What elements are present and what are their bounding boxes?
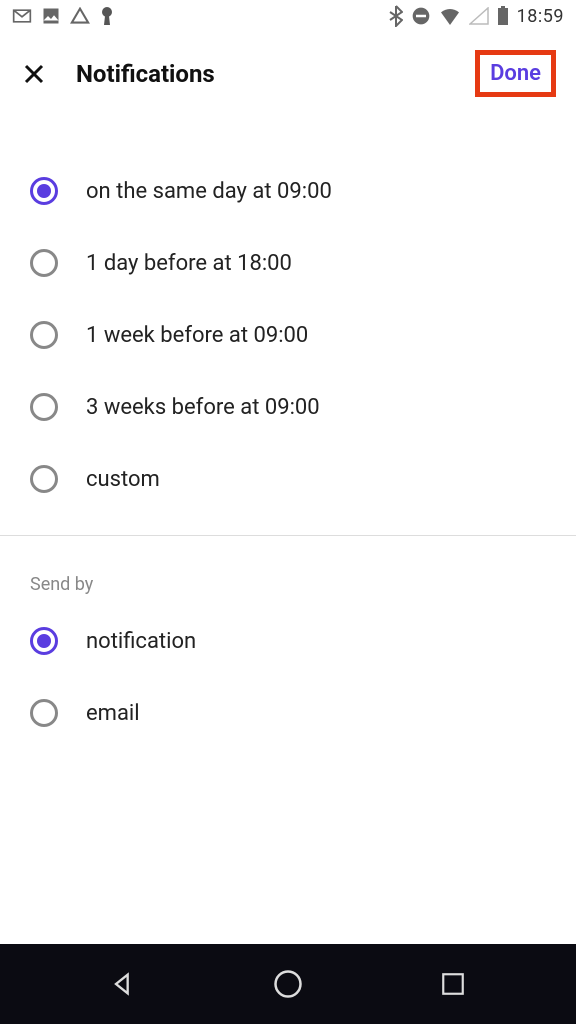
navigation-bar bbox=[0, 944, 576, 1024]
wifi-icon bbox=[439, 7, 461, 25]
timing-option-1-day[interactable]: 1 day before at 18:00 bbox=[0, 227, 576, 299]
cellular-icon bbox=[469, 7, 489, 25]
radio-icon bbox=[30, 465, 58, 493]
timing-option-custom[interactable]: custom bbox=[0, 443, 576, 515]
radio-label: custom bbox=[86, 467, 160, 492]
radio-icon bbox=[30, 627, 58, 655]
keyhole-icon bbox=[100, 6, 114, 26]
radio-label: notification bbox=[86, 629, 196, 654]
close-button[interactable] bbox=[20, 60, 48, 88]
radio-icon bbox=[30, 177, 58, 205]
photos-icon bbox=[42, 7, 60, 25]
page-title: Notifications bbox=[76, 60, 215, 88]
radio-label: 1 week before at 09:00 bbox=[86, 323, 308, 348]
radio-label: on the same day at 09:00 bbox=[86, 179, 332, 204]
close-icon bbox=[22, 62, 46, 86]
radio-icon bbox=[30, 249, 58, 277]
bluetooth-icon bbox=[389, 5, 403, 27]
back-button[interactable] bbox=[105, 966, 141, 1002]
home-icon bbox=[273, 969, 303, 999]
gmail-icon bbox=[12, 8, 32, 24]
recents-icon bbox=[440, 971, 466, 997]
send-by-label: Send by bbox=[0, 556, 576, 605]
recents-button[interactable] bbox=[435, 966, 471, 1002]
home-button[interactable] bbox=[270, 966, 306, 1002]
radio-label: 1 day before at 18:00 bbox=[86, 251, 292, 276]
radio-icon bbox=[30, 393, 58, 421]
send-by-email[interactable]: email bbox=[0, 677, 576, 749]
send-by-notification[interactable]: notification bbox=[0, 605, 576, 677]
do-not-disturb-icon bbox=[411, 6, 431, 26]
drive-icon bbox=[70, 7, 90, 25]
status-time: 18:59 bbox=[517, 6, 564, 27]
timing-option-1-week[interactable]: 1 week before at 09:00 bbox=[0, 299, 576, 371]
radio-label: email bbox=[86, 701, 140, 726]
radio-icon bbox=[30, 699, 58, 727]
divider bbox=[0, 535, 576, 536]
battery-icon bbox=[497, 6, 509, 26]
back-icon bbox=[109, 970, 137, 998]
timing-option-3-weeks[interactable]: 3 weeks before at 09:00 bbox=[0, 371, 576, 443]
done-button[interactable]: Done bbox=[475, 50, 556, 97]
header: Notifications Done bbox=[0, 32, 576, 115]
radio-icon bbox=[30, 321, 58, 349]
radio-label: 3 weeks before at 09:00 bbox=[86, 395, 320, 420]
content: on the same day at 09:00 1 day before at… bbox=[0, 115, 576, 944]
timing-option-same-day[interactable]: on the same day at 09:00 bbox=[0, 155, 576, 227]
status-bar: 18:59 bbox=[0, 0, 576, 32]
